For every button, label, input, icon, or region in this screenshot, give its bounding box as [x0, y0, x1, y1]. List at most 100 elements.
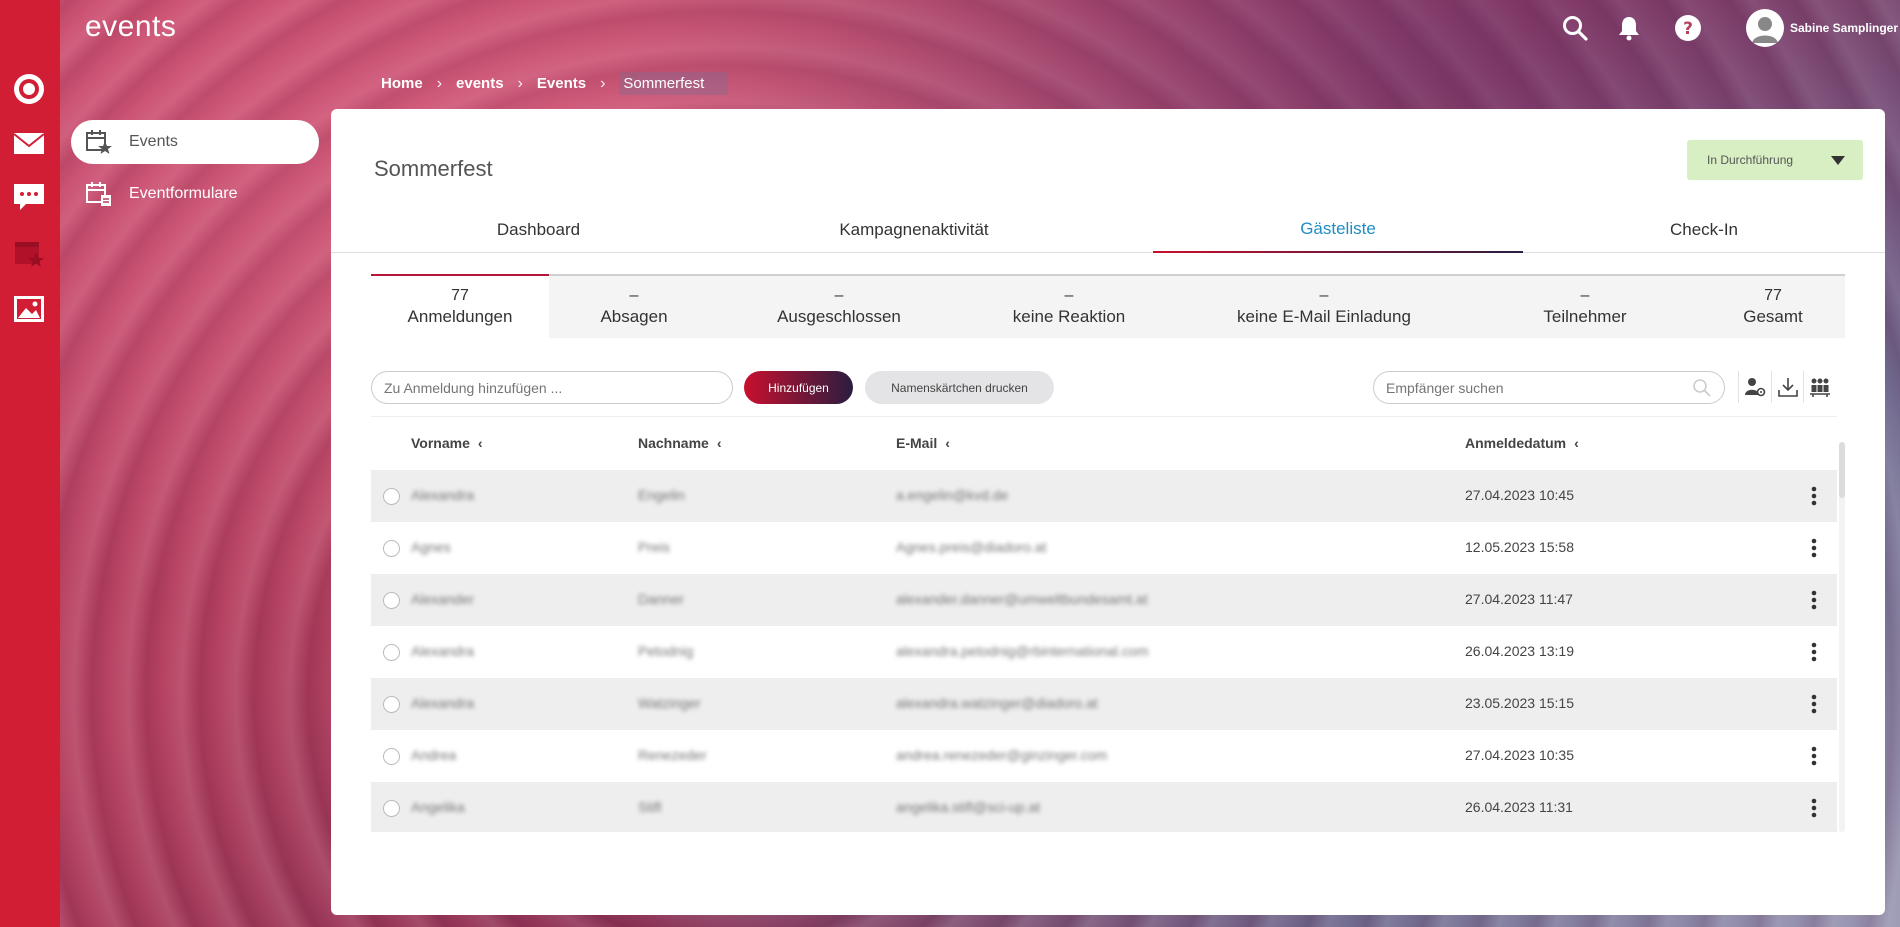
sort-anmeldedatum[interactable]: Anmeldedatum ‹ [1465, 435, 1579, 451]
guest-table: Vorname ‹ Nachname ‹ E-Mail ‹ Anmeldedatum ‹… [371, 416, 1837, 832]
chevron-left-icon: ‹ [477, 435, 483, 451]
table-row[interactable]: Andrea Renezeder andrea.renezeder@ginzin… [371, 730, 1837, 782]
page-title: Sommerfest [374, 156, 493, 181]
guest-toolbar: Hinzufügen Namenskärtchen drucken [371, 369, 1845, 405]
cell-email: a.engelin@kvd.de [896, 487, 1009, 503]
recipient-search-input[interactable] [1373, 371, 1725, 404]
user-settings-icon[interactable] [1738, 371, 1770, 403]
row-select-radio[interactable] [383, 592, 400, 609]
more-vertical-icon[interactable] [1802, 744, 1826, 768]
user-name: Sabine Samplinger [1790, 21, 1899, 35]
row-select-radio[interactable] [383, 748, 400, 765]
breadcrumb-events-app[interactable]: events [456, 75, 504, 92]
tab-check-in[interactable]: Check-In [1523, 207, 1885, 253]
table-row[interactable]: Alexander Danner alexander.danner@umwelt… [371, 574, 1837, 626]
main-card: Sommerfest In Durchführung Dashboard Kam… [331, 109, 1885, 915]
event-calendar-icon[interactable] [10, 234, 48, 272]
cell-email: andrea.renezeder@ginzinger.com [896, 747, 1108, 763]
app-title: events [85, 10, 177, 43]
breadcrumb-events[interactable]: Events [537, 75, 586, 92]
top-header: events ? Sabine Samplinger [60, 0, 1900, 58]
stat-teilnehmer[interactable]: – Teilnehmer [1469, 274, 1701, 338]
image-gallery-icon[interactable] [10, 290, 48, 328]
cell-email: Agnes.preis@diadoro.at [896, 539, 1047, 555]
breadcrumb-home[interactable]: Home [381, 75, 423, 92]
print-namecards-button[interactable]: Namenskärtchen drucken [865, 371, 1054, 404]
row-select-radio[interactable] [383, 644, 400, 661]
tab-gaesteliste[interactable]: Gästeliste [1153, 207, 1523, 253]
cell-vorname: Alexandra [411, 695, 475, 711]
more-vertical-icon[interactable] [1802, 640, 1826, 664]
breadcrumb-current: Sommerfest [619, 72, 729, 95]
cell-email: angelika.stifl@sci-up.at [896, 799, 1041, 815]
add-button[interactable]: Hinzufügen [744, 371, 853, 404]
more-vertical-icon[interactable] [1802, 796, 1826, 820]
row-select-radio[interactable] [383, 540, 400, 557]
event-form-icon [86, 182, 111, 206]
cell-vorname: Alexander [411, 591, 475, 607]
search-icon[interactable] [1559, 12, 1591, 44]
cell-nachname: Preis [638, 539, 670, 555]
cell-vorname: Alexandra [411, 487, 475, 503]
sort-email[interactable]: E-Mail ‹ [896, 435, 950, 451]
chevron-left-icon: ‹ [716, 435, 722, 451]
cell-anmeldedatum: 26.04.2023 13:19 [1465, 643, 1574, 659]
cell-nachname: Danner [638, 591, 684, 607]
stat-ausgeschlossen[interactable]: – Ausgeschlossen [719, 274, 959, 338]
group-seating-icon[interactable] [1803, 371, 1835, 403]
table-row[interactable]: Alexandra Petodnig alexandra.petodnig@rb… [371, 626, 1837, 678]
sidebar-item-events[interactable]: Events [71, 120, 319, 164]
chevron-right-icon: › [600, 74, 606, 92]
stat-keine-reaktion[interactable]: – keine Reaktion [959, 274, 1179, 338]
chevron-left-icon: ‹ [945, 435, 950, 451]
table-row[interactable]: Agnes Preis Agnes.preis@diadoro.at 12.05… [371, 522, 1837, 574]
table-row[interactable]: Alexandra Watzinger alexandra.watzinger@… [371, 678, 1837, 730]
target-logo-icon[interactable] [10, 70, 48, 108]
cell-nachname: Petodnig [638, 643, 694, 659]
user-menu[interactable]: Sabine Samplinger [1746, 9, 1898, 47]
mail-icon[interactable] [10, 124, 48, 162]
download-icon[interactable] [1771, 371, 1803, 403]
tab-kampagnenaktivitaet[interactable]: Kampagnenaktivität [743, 207, 1085, 253]
table-scrollbar[interactable] [1839, 442, 1845, 832]
scrollbar-thumb[interactable] [1839, 442, 1845, 498]
table-row[interactable]: Angelika Stifl angelika.stifl@sci-up.at … [371, 782, 1837, 832]
cell-anmeldedatum: 27.04.2023 11:47 [1465, 591, 1573, 607]
status-value: In Durchführung [1707, 153, 1794, 167]
more-vertical-icon[interactable] [1802, 484, 1826, 508]
stat-anmeldungen[interactable]: 77 Anmeldungen [371, 274, 549, 338]
sort-nachname[interactable]: Nachname ‹ [638, 435, 721, 451]
stat-gesamt[interactable]: 77 Gesamt [1701, 274, 1845, 338]
row-select-radio[interactable] [383, 488, 400, 505]
cell-email: alexandra.watzinger@diadoro.at [896, 695, 1098, 711]
more-vertical-icon[interactable] [1802, 536, 1826, 560]
sidebar-item-eventformulare[interactable]: Eventformulare [71, 172, 319, 216]
cell-vorname: Alexandra [411, 643, 475, 659]
cell-anmeldedatum: 27.04.2023 10:45 [1465, 487, 1574, 503]
tab-dashboard[interactable]: Dashboard [371, 207, 706, 253]
help-icon[interactable]: ? [1672, 12, 1704, 44]
stat-absagen[interactable]: – Absagen [549, 274, 719, 338]
table-row[interactable]: Alexandra Engelin a.engelin@kvd.de 27.04… [371, 470, 1837, 522]
stat-keine-email-einladung[interactable]: – keine E-Mail Einladung [1179, 274, 1469, 338]
search-icon [1693, 379, 1711, 397]
row-select-radio[interactable] [383, 800, 400, 817]
bell-icon[interactable] [1613, 12, 1645, 44]
status-dropdown[interactable]: In Durchführung [1687, 140, 1863, 180]
more-vertical-icon[interactable] [1802, 692, 1826, 716]
breadcrumb: Home › events › Events › Sommerfest [381, 72, 729, 95]
tab-bar: Dashboard Kampagnenaktivität Gästeliste … [331, 207, 1885, 253]
chevron-right-icon: › [436, 74, 443, 92]
cell-vorname: Angelika [411, 799, 465, 815]
cell-nachname: Renezeder [638, 747, 707, 763]
more-vertical-icon[interactable] [1802, 588, 1826, 612]
cell-vorname: Agnes [411, 539, 451, 555]
avatar [1746, 9, 1784, 47]
cell-anmeldedatum: 12.05.2023 15:58 [1465, 539, 1574, 555]
chat-icon[interactable] [10, 178, 48, 216]
row-select-radio[interactable] [383, 696, 400, 713]
add-guest-input[interactable] [371, 371, 733, 404]
app-rail [0, 0, 60, 927]
sort-vorname[interactable]: Vorname ‹ [411, 435, 483, 451]
sidebar-item-label: Eventformulare [129, 185, 238, 202]
